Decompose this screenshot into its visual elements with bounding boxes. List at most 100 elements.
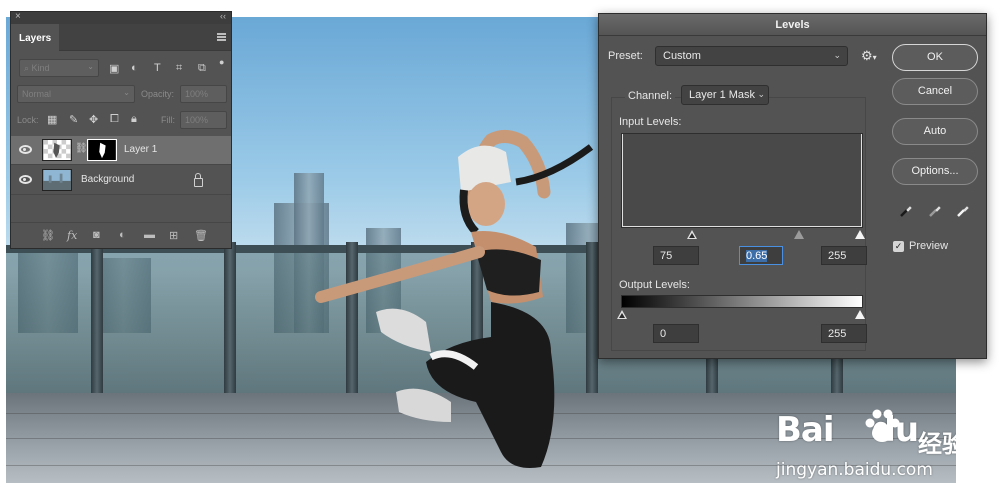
- folder-icon[interactable]: ▬: [144, 229, 155, 241]
- adjustment-layer-icon[interactable]: ◐: [119, 229, 126, 241]
- channel-label: Channel:: [625, 90, 676, 102]
- layer-thumbnail: [42, 169, 72, 191]
- levels-dialog: Levels Preset: Custom ⌄ ⚙︎▾ Channel: Lay…: [598, 13, 987, 359]
- chevron-down-icon: ⌄: [757, 89, 765, 99]
- link-layers-icon[interactable]: ⛓: [41, 229, 55, 242]
- input-gamma-slider[interactable]: [794, 230, 804, 239]
- mask-link-icon[interactable]: ⛓: [75, 143, 88, 154]
- lock-transparent-icon[interactable]: ▦: [47, 113, 57, 126]
- input-white-slider[interactable]: [855, 230, 865, 239]
- input-white-value: 255: [828, 250, 847, 262]
- output-black-value: 0: [660, 328, 667, 340]
- baidu-watermark: Bai du 经验 jingyan.baidu.com: [776, 409, 956, 483]
- fill-input[interactable]: 100%: [180, 111, 227, 129]
- preview-checkbox[interactable]: ✓: [893, 241, 904, 252]
- blend-mode-select[interactable]: Normal ⌄: [17, 85, 135, 103]
- input-black-value: 75: [660, 250, 673, 262]
- channel-select[interactable]: Layer 1 Mask ⌄: [681, 85, 769, 105]
- watermark-url: jingyan.baidu.com: [776, 460, 933, 480]
- pixel-filter-icon[interactable]: ▣: [109, 62, 119, 75]
- layer-row-background[interactable]: Background: [11, 166, 231, 195]
- preview-label: Preview: [909, 240, 949, 252]
- input-white-field[interactable]: 255: [821, 246, 867, 265]
- layer-name: Background: [81, 174, 135, 185]
- layers-panel: × ‹‹ Layers ⌕ Kind ⌄ ▣ ◐ T ⌗ ⧉ ● Normal …: [10, 11, 232, 249]
- layer-name: Layer 1: [124, 144, 158, 155]
- chevron-down-icon: ⌄: [833, 50, 841, 60]
- white-eyedropper-icon[interactable]: [956, 204, 970, 218]
- adjustment-filter-icon[interactable]: ◐: [131, 62, 138, 74]
- opacity-input[interactable]: 100%: [180, 85, 227, 103]
- auto-button[interactable]: Auto: [892, 118, 978, 145]
- lock-all-icon[interactable]: 🔒︎: [131, 113, 137, 126]
- output-black-slider[interactable]: [617, 310, 627, 319]
- lock-artboard-icon[interactable]: ⧠: [110, 113, 119, 126]
- layer-row-layer-1[interactable]: ⛓ Layer 1: [11, 136, 231, 165]
- output-gradient: [621, 295, 863, 308]
- search-icon: ⌕: [24, 63, 32, 73]
- collapse-icon[interactable]: ‹‹: [220, 11, 226, 21]
- fill-label: Fill:: [161, 115, 175, 125]
- ok-button[interactable]: OK: [892, 44, 978, 71]
- watermark-cn: 经验: [918, 430, 956, 458]
- railing-post: [91, 242, 103, 407]
- options-button[interactable]: Options...: [892, 158, 978, 185]
- gray-eyedropper-icon[interactable]: [928, 204, 942, 218]
- chevron-down-icon: ⌄: [123, 88, 130, 97]
- opacity-value: 100%: [185, 89, 209, 99]
- add-mask-icon[interactable]: ◙: [93, 229, 100, 241]
- output-black-field[interactable]: 0: [653, 324, 699, 343]
- output-white-value: 255: [828, 328, 847, 340]
- paw-icon: [865, 409, 900, 442]
- panel-titlebar: × ‹‹: [11, 11, 231, 24]
- layers-footer: ⛓ fx ◙ ◐ ▬ ⊞ 🗑︎: [11, 222, 231, 248]
- lock-label: Lock:: [17, 115, 39, 125]
- type-filter-icon[interactable]: T: [154, 62, 161, 74]
- blend-mode-label: Normal: [22, 89, 52, 99]
- panel-tab-row: Layers: [11, 24, 231, 51]
- dialog-title: Levels: [599, 14, 986, 36]
- dancer-figure: [315, 130, 594, 468]
- black-eyedropper-icon[interactable]: [899, 204, 913, 218]
- new-layer-icon[interactable]: ⊞: [169, 229, 178, 242]
- filter-kind-label: Kind: [31, 63, 50, 73]
- filter-toggle-icon[interactable]: ●: [219, 57, 224, 67]
- preset-value: Custom: [663, 50, 701, 62]
- blend-row: Normal ⌄ Opacity: 100%: [17, 85, 227, 105]
- close-icon[interactable]: ×: [15, 11, 21, 22]
- lock-position-icon[interactable]: ✥: [89, 113, 98, 126]
- trash-icon[interactable]: 🗑︎: [194, 229, 208, 242]
- layer-mask-thumbnail[interactable]: [87, 139, 117, 161]
- filter-row: ⌕ Kind ⌄ ▣ ◐ T ⌗ ⧉ ●: [17, 57, 225, 79]
- input-gamma-field[interactable]: 0.65: [739, 246, 783, 265]
- visibility-eye-icon[interactable]: [19, 175, 32, 184]
- layer-thumbnail: [42, 139, 72, 161]
- tab-layers[interactable]: Layers: [11, 24, 59, 51]
- chevron-down-icon: ⌄: [87, 62, 94, 71]
- channel-value: Layer 1 Mask: [689, 89, 756, 101]
- smart-object-filter-icon[interactable]: ⧉: [198, 62, 206, 75]
- railing-post: [224, 242, 236, 407]
- histogram: [621, 133, 863, 228]
- preset-label: Preset:: [608, 50, 643, 62]
- panel-menu-icon[interactable]: [217, 33, 226, 41]
- preset-select[interactable]: Custom ⌄: [655, 46, 848, 66]
- input-black-field[interactable]: 75: [653, 246, 699, 265]
- lock-row: Lock: ▦ ✎ ✥ ⧠ 🔒︎ Fill: 100%: [17, 111, 227, 131]
- output-white-slider[interactable]: [855, 310, 865, 319]
- lock-icon: [194, 173, 203, 187]
- output-levels-label: Output Levels:: [619, 279, 690, 291]
- filter-kind-select[interactable]: ⌕ Kind ⌄: [19, 59, 99, 77]
- preset-options-gear-icon[interactable]: ⚙︎▾: [861, 48, 877, 64]
- input-black-slider[interactable]: [687, 230, 697, 239]
- input-levels-label: Input Levels:: [619, 116, 682, 128]
- opacity-label: Opacity:: [141, 89, 175, 99]
- fx-icon[interactable]: fx: [67, 229, 77, 242]
- output-white-field[interactable]: 255: [821, 324, 867, 343]
- cancel-button[interactable]: Cancel: [892, 78, 978, 105]
- shape-filter-icon[interactable]: ⌗: [176, 62, 182, 75]
- fill-value: 100%: [185, 115, 209, 125]
- input-gamma-value: 0.65: [746, 250, 768, 262]
- lock-image-icon[interactable]: ✎: [69, 113, 78, 126]
- visibility-eye-icon[interactable]: [19, 145, 32, 154]
